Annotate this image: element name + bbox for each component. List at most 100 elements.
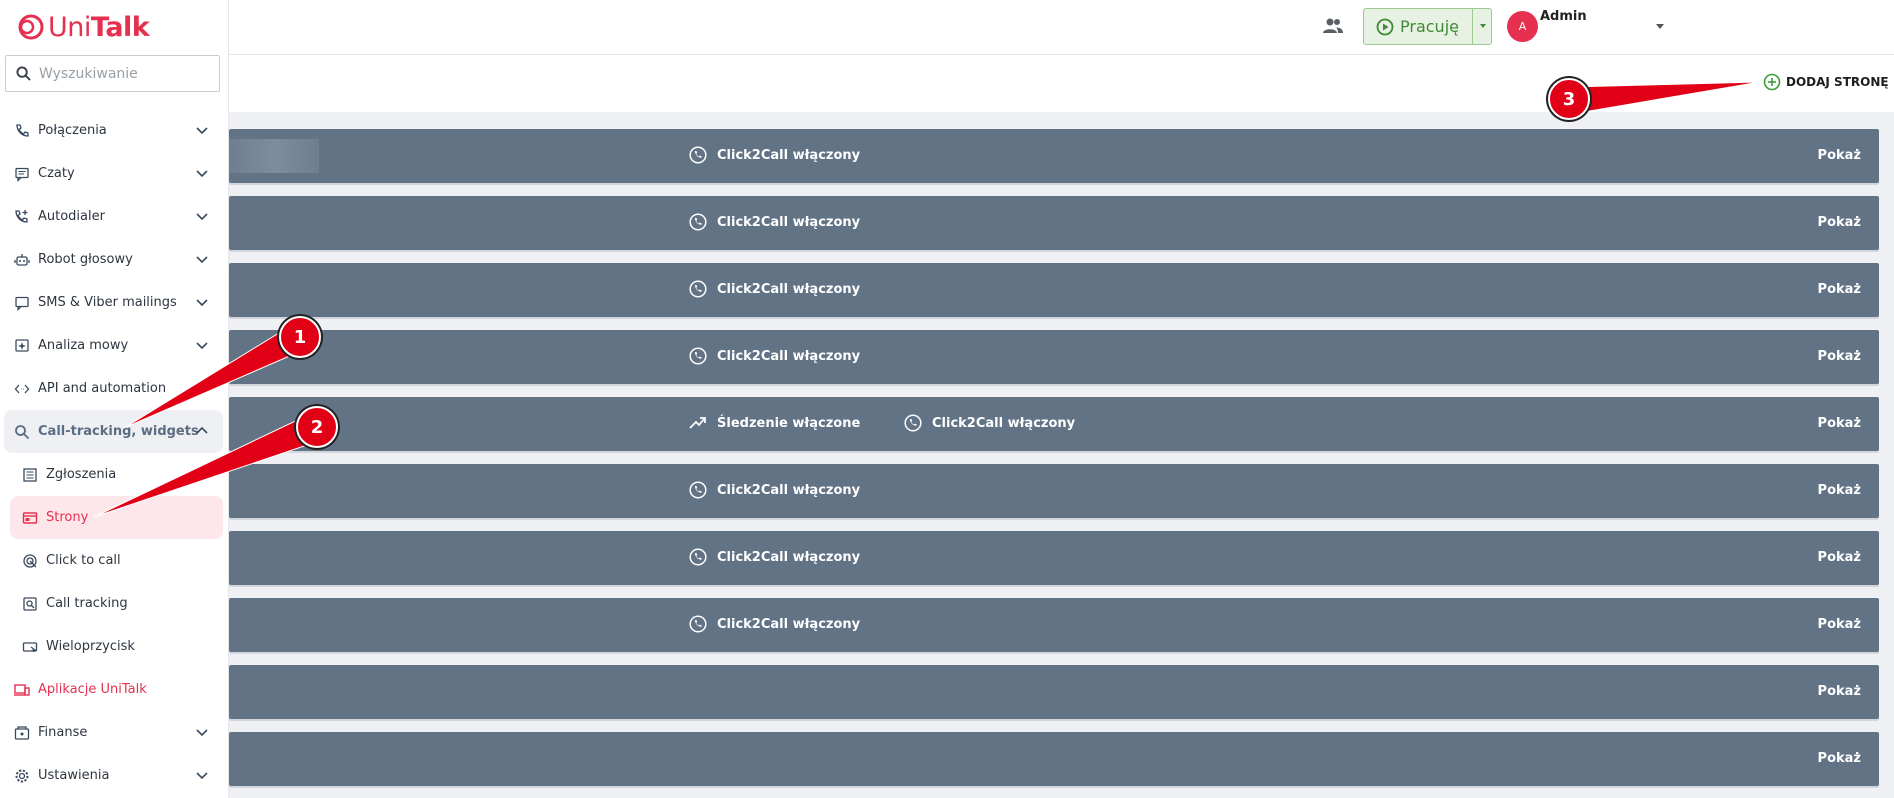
sidebar-item-phone[interactable]: Połączenia: [0, 109, 229, 152]
show-button[interactable]: Pokaż: [1818, 148, 1861, 163]
row-feature: Click2Call włączony: [689, 280, 860, 298]
user-name[interactable]: Admin: [1540, 9, 1587, 24]
sidebar-item-click-to-call[interactable]: Click to call: [0, 539, 229, 582]
chevron-down-icon[interactable]: [195, 725, 209, 739]
phone-circle-icon: [689, 347, 707, 365]
trending-up-icon: [689, 417, 706, 429]
row-feature-label: Click2Call włączony: [717, 214, 861, 230]
row-feature: Click2Call włączony: [689, 615, 860, 633]
sidebar-item-label: Analiza mowy: [38, 338, 129, 353]
sidebar-item-label: Call tracking: [46, 596, 128, 611]
page-row[interactable]: Śledzenie włączone Click2Call włączony Pok…: [229, 397, 1879, 451]
chevron-down-icon[interactable]: [195, 295, 209, 309]
sidebar-item-chat[interactable]: Czaty: [0, 152, 229, 195]
phone-circle-icon: [689, 615, 707, 633]
chevron-down-icon[interactable]: [195, 166, 209, 180]
page-row[interactable]: Click2Call włączony Pokaż: [229, 196, 1879, 250]
search-icon: [16, 66, 31, 81]
sidebar-item-robot[interactable]: Robot głosowy: [0, 238, 229, 281]
show-button[interactable]: Pokaż: [1818, 282, 1861, 297]
show-button[interactable]: Pokaż: [1818, 483, 1861, 498]
message-icon: [14, 295, 30, 311]
chevron-up-icon[interactable]: [195, 424, 209, 438]
show-button[interactable]: Pokaż: [1818, 349, 1861, 364]
sidebar-item-wallet[interactable]: Finanse: [0, 711, 229, 754]
show-button[interactable]: Pokaż: [1818, 215, 1861, 230]
user-avatar[interactable]: A: [1507, 11, 1538, 42]
sidebar-nav: Połączenia Czaty Autodialer Robot głosowy SM…: [0, 109, 229, 797]
chevron-down-icon[interactable]: [195, 252, 209, 266]
chevron-down-icon[interactable]: [195, 209, 209, 223]
sidebar-item-label: Połączenia: [38, 123, 107, 138]
phone-icon: [14, 123, 30, 139]
chevron-down-icon[interactable]: [195, 338, 209, 352]
add-page-label: DODAJ STRONĘ: [1786, 75, 1889, 89]
chevron-down-icon[interactable]: [195, 123, 209, 137]
logo-mark-icon: [18, 14, 44, 40]
annotation-badge-2: 2: [296, 406, 338, 448]
page-row[interactable]: Click2Call włączony Pokaż: [229, 598, 1879, 652]
phone-circle-icon: [689, 280, 707, 298]
annotation-badge-3: 3: [1548, 78, 1590, 120]
sidebar-item-speech-analysis[interactable]: Analiza mowy: [0, 324, 229, 367]
page-row[interactable]: Click2Call włączony Pokaż: [229, 129, 1879, 183]
show-button[interactable]: Pokaż: [1818, 684, 1861, 699]
work-status-label: Pracuję: [1400, 17, 1459, 36]
show-button[interactable]: Pokaż: [1818, 550, 1861, 565]
sidebar-item-call-tracking[interactable]: Call tracking: [0, 582, 229, 625]
phone-circle-icon: [904, 414, 922, 432]
blurred-page-name: [229, 139, 319, 173]
row-feature-label: Click2Call włączony: [717, 482, 861, 498]
work-status-button[interactable]: Pracuję: [1363, 8, 1492, 45]
sidebar-item-label: SMS & Viber mailings: [38, 295, 177, 310]
search-input[interactable]: [39, 65, 209, 82]
page-row[interactable]: Click2Call włączony Pokaż: [229, 464, 1879, 518]
page-row[interactable]: Click2Call włączony Pokaż: [229, 531, 1879, 585]
sidebar-item-devices[interactable]: Aplikacje UniTalk: [0, 668, 229, 711]
sidebar-item-label: Ustawienia: [38, 768, 110, 783]
row-feature-label: Click2Call włączony: [717, 147, 861, 163]
sidebar-item-gear[interactable]: Ustawienia: [0, 754, 229, 797]
search-icon: [14, 424, 30, 440]
sidebar-item-pages[interactable]: Strony: [10, 496, 223, 539]
list-icon: [22, 467, 38, 483]
status-split-divider: [1472, 9, 1473, 44]
sidebar-item-label: Wieloprzycisk: [46, 639, 135, 654]
page-row[interactable]: Click2Call włączony Pokaż: [229, 263, 1879, 317]
sidebar-item-multibutton[interactable]: Wieloprzycisk: [0, 625, 229, 668]
row-feature-label: Click2Call włączony: [717, 281, 861, 297]
row-feature: Click2Call włączony: [689, 213, 860, 231]
sidebar-item-message[interactable]: SMS & Viber mailings: [0, 281, 229, 324]
unitalk-logo[interactable]: UniTalk: [16, 10, 150, 44]
show-button[interactable]: Pokaż: [1818, 617, 1861, 632]
page-row[interactable]: Pokaż: [229, 665, 1879, 719]
row-feature-label: Click2Call włączony: [717, 348, 861, 364]
users-icon[interactable]: [1322, 17, 1344, 35]
page-row[interactable]: Click2Call włączony Pokaż: [229, 330, 1879, 384]
page-row[interactable]: Pokaż: [229, 732, 1879, 786]
row-feature-label: Click2Call włączony: [717, 549, 861, 565]
sidebar-item-label: Czaty: [38, 166, 75, 181]
row-feature-label: Click2Call włączony: [932, 415, 1076, 431]
row-feature: Click2Call włączony: [904, 414, 1075, 432]
chat-icon: [14, 166, 30, 182]
sidebar-item-code[interactable]: API and automation: [0, 367, 229, 410]
show-button[interactable]: Pokaż: [1818, 751, 1861, 766]
annotation-badge-1: 1: [279, 316, 321, 358]
show-button[interactable]: Pokaż: [1818, 416, 1861, 431]
search-box[interactable]: [5, 55, 220, 92]
sidebar-item-label: Autodialer: [38, 209, 105, 224]
phone-circle-icon: [689, 146, 707, 164]
sidebar-item-label: Zgłoszenia: [46, 467, 117, 482]
chevron-down-icon[interactable]: [195, 768, 209, 782]
status-dropdown-caret-icon[interactable]: [1480, 24, 1486, 28]
user-menu-caret-icon[interactable]: [1656, 24, 1664, 29]
plus-circle-icon: [1763, 73, 1781, 91]
sidebar-item-phone-plus[interactable]: Autodialer: [0, 195, 229, 238]
add-page-button[interactable]: DODAJ STRONĘ: [1763, 73, 1889, 91]
sidebar-item-label: API and automation: [38, 381, 167, 396]
code-icon: [14, 381, 30, 397]
row-feature: Click2Call włączony: [689, 481, 860, 499]
sidebar-item-search[interactable]: Call-tracking, widgets: [4, 410, 223, 453]
sidebar-item-list[interactable]: Zgłoszenia: [0, 453, 229, 496]
